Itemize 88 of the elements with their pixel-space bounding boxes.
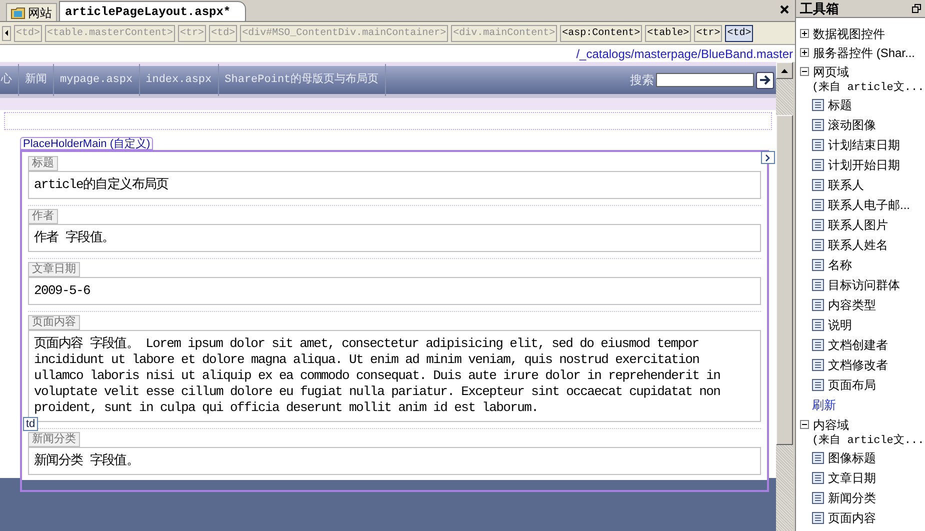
left-arrow-icon — [5, 30, 8, 36]
field-icon — [812, 139, 824, 151]
breadcrumb-tag[interactable]: <asp:Content> — [560, 24, 642, 42]
group-source: (来自 article文... — [811, 81, 925, 95]
field-icon — [812, 359, 824, 371]
field-icon — [812, 492, 824, 504]
breadcrumb-tag[interactable]: <table> — [645, 24, 692, 42]
expander-button[interactable] — [800, 29, 809, 38]
editor-tab[interactable]: 网站 — [6, 3, 57, 21]
field-icon — [812, 179, 824, 191]
editor-tab[interactable]: articlePageLayout.aspx* — [59, 1, 246, 21]
search-label: 搜索 — [630, 72, 654, 89]
toolbox-item[interactable]: 页面布局 — [800, 375, 925, 395]
toolbox-title: 工具箱 — [800, 0, 839, 18]
tree-group[interactable]: 数据视图控件 — [813, 24, 885, 42]
field-value[interactable]: 作者 字段值。 — [28, 224, 761, 252]
expander-button[interactable] — [800, 67, 809, 76]
field-icon — [812, 452, 824, 464]
tree-group[interactable]: 服务器控件 (Shar... — [813, 44, 916, 62]
field-icon — [812, 339, 824, 351]
toolbox-item[interactable]: 文档创建者 — [800, 335, 925, 355]
field-label: 标题 — [28, 156, 58, 171]
toolbox-item[interactable]: 联系人 — [800, 175, 925, 195]
master-page-path: /_catalogs/masterpage/BlueBand.master — [576, 46, 793, 62]
minus-icon — [801, 68, 808, 75]
refresh-link[interactable]: 刷新 — [800, 395, 925, 415]
field-label: 新闻分类 — [28, 432, 80, 447]
toolbox-item[interactable]: 名称 — [800, 255, 925, 275]
field-label: 页面内容 — [28, 315, 80, 330]
toolbox-item[interactable]: 联系人图片 — [800, 215, 925, 235]
dock-icon[interactable] — [912, 4, 921, 13]
field-icon — [812, 219, 824, 231]
minus-icon — [801, 421, 808, 428]
toolbox-item[interactable]: 页面内容 — [800, 508, 925, 528]
scroll-thumb[interactable] — [776, 115, 793, 445]
field-value[interactable]: 新闻分类 字段值。 — [28, 447, 761, 475]
group-source: (来自 article文... — [811, 434, 925, 448]
field-icon — [812, 319, 824, 331]
search-field[interactable] — [656, 73, 754, 87]
field-label: 文章日期 — [28, 262, 80, 277]
toolbox-item[interactable]: 联系人姓名 — [800, 235, 925, 255]
up-arrow-icon — [781, 68, 788, 72]
expander-button[interactable] — [800, 420, 809, 429]
field-icon — [812, 472, 824, 484]
toolbox-item[interactable]: 滚动图像 — [800, 115, 925, 135]
toolbox-item[interactable]: 目标访问群体 — [800, 275, 925, 295]
right-arrow-icon — [759, 74, 771, 86]
toolbox-item[interactable]: 文档修改者 — [800, 355, 925, 375]
search-go-button[interactable] — [756, 72, 774, 88]
tree-group[interactable]: 内容域 — [813, 416, 849, 434]
field-icon — [812, 159, 824, 171]
field-icon — [812, 299, 824, 311]
toolbox-item[interactable]: 文章日期 — [800, 468, 925, 488]
field-icon — [812, 239, 824, 251]
chevron-right-icon — [765, 154, 771, 162]
toolbox-item[interactable]: 标题 — [800, 95, 925, 115]
close-icon — [780, 5, 789, 14]
expand-button[interactable] — [761, 151, 775, 164]
toolbox-item[interactable]: 图像标题 — [800, 448, 925, 468]
field-value[interactable]: article的自定义布局页 — [28, 171, 761, 199]
field-icon — [812, 512, 824, 524]
scroll-left-button[interactable] — [2, 26, 11, 40]
plus-icon — [801, 30, 808, 37]
tag-label: td — [23, 417, 38, 431]
tree-group[interactable]: 网页域 — [813, 62, 849, 80]
scroll-up-button[interactable] — [776, 62, 793, 79]
folder-icon — [11, 6, 25, 19]
toolbox-item[interactable]: 联系人电子邮... — [800, 195, 925, 215]
breadcrumb-tag[interactable]: <tr> — [694, 24, 722, 42]
field-icon — [812, 99, 824, 111]
plus-icon — [801, 49, 808, 56]
field-icon — [812, 119, 824, 131]
field-icon — [812, 379, 824, 391]
field-icon — [812, 279, 824, 291]
close-button[interactable] — [780, 5, 789, 14]
toolbox-item[interactable]: 说明 — [800, 315, 925, 335]
toolbox-item[interactable]: 计划结束日期 — [800, 135, 925, 155]
field-icon — [812, 259, 824, 271]
expander-button[interactable] — [800, 48, 809, 57]
toolbox-item[interactable]: 计划开始日期 — [800, 155, 925, 175]
placeholder-label: PlaceHolderMain (自定义) — [20, 137, 154, 150]
toolbox-item[interactable]: 新闻分类 — [800, 488, 925, 508]
field-value[interactable]: 2009-5-6 — [28, 277, 761, 305]
field-label: 作者 — [28, 209, 58, 224]
breadcrumb-tag[interactable]: <td> — [725, 24, 754, 42]
field-icon — [812, 199, 824, 211]
toolbox-item[interactable]: 内容类型 — [800, 295, 925, 315]
vertical-scrollbar[interactable] — [776, 62, 793, 531]
